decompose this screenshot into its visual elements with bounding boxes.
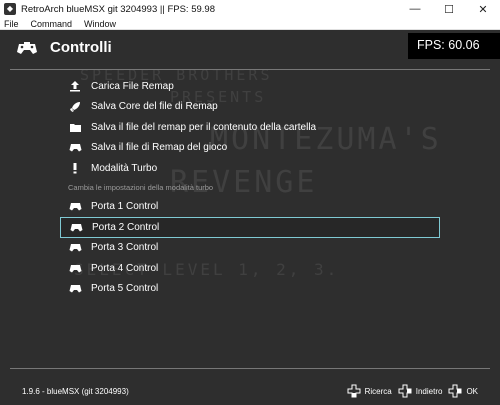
menu-item-port-1[interactable]: Porta 1 Control bbox=[60, 197, 440, 218]
upload-icon bbox=[68, 79, 82, 93]
close-button[interactable]: ✕ bbox=[466, 0, 500, 18]
menu-item-label: Modalità Turbo bbox=[91, 162, 158, 174]
page-header: Controlli FPS: 60.06 bbox=[0, 30, 500, 66]
window-controls: — ☐ ✕ bbox=[398, 0, 500, 18]
folder-icon bbox=[68, 120, 82, 134]
menubar: File Command Window bbox=[0, 18, 500, 30]
gamepad-icon bbox=[68, 241, 82, 255]
gamepad-icon bbox=[68, 141, 82, 155]
menu-item-turbo-mode[interactable]: Modalità Turbo bbox=[60, 158, 440, 179]
menu-item-label: Porta 5 Control bbox=[91, 283, 159, 295]
dpad-icon bbox=[347, 384, 361, 398]
menu-item-label: Porta 3 Control bbox=[91, 242, 159, 254]
menu-file[interactable]: File bbox=[4, 19, 19, 29]
menu-item-port-4[interactable]: Porta 4 Control bbox=[60, 258, 440, 279]
menu-item-label: Porta 1 Control bbox=[91, 201, 159, 213]
fps-counter: FPS: 60.06 bbox=[408, 33, 500, 59]
minimize-button[interactable]: — bbox=[398, 0, 432, 18]
gamepad-icon bbox=[68, 200, 82, 214]
menu-item-load-remap[interactable]: Carica File Remap bbox=[60, 76, 440, 97]
menu-command[interactable]: Command bbox=[31, 19, 73, 29]
gamepad-icon bbox=[68, 261, 82, 275]
window-title: RetroArch blueMSX git 3204993 || FPS: 59… bbox=[21, 3, 215, 15]
page-title: Controlli bbox=[50, 39, 112, 56]
back-action-label: Indietro bbox=[415, 386, 443, 396]
menu-item-label: Carica File Remap bbox=[91, 80, 174, 92]
dpad-icon bbox=[448, 384, 462, 398]
turbo-mode-sublabel: Cambia le impostazioni della modalità tu… bbox=[68, 183, 214, 192]
footer-actions: Ricerca Indietro OK bbox=[341, 384, 478, 398]
footer-divider bbox=[10, 368, 490, 369]
menu-item-port-2[interactable]: Porta 2 Control bbox=[60, 217, 440, 238]
rocket-icon bbox=[68, 100, 82, 114]
search-action[interactable]: Ricerca bbox=[347, 384, 392, 398]
ok-action-label: OK bbox=[466, 386, 478, 396]
dpad-icon bbox=[398, 384, 412, 398]
menu-window[interactable]: Window bbox=[84, 19, 116, 29]
gamepad-icon bbox=[68, 282, 82, 296]
gamepad-icon bbox=[17, 42, 37, 54]
search-action-label: Ricerca bbox=[364, 386, 392, 396]
menu-item-label: Salva il file del remap per il contenuto… bbox=[91, 121, 317, 133]
gamepad-icon bbox=[69, 220, 83, 234]
ok-action[interactable]: OK bbox=[448, 384, 478, 398]
menu-item-save-core-remap[interactable]: Salva Core del file di Remap bbox=[60, 97, 440, 118]
menu-item-label: Salva il file di Remap del gioco bbox=[91, 142, 228, 154]
menu-item-label: Salva Core del file di Remap bbox=[91, 101, 218, 113]
menu-item-label: Porta 4 Control bbox=[91, 262, 159, 274]
back-action[interactable]: Indietro bbox=[398, 384, 443, 398]
retroarch-app-icon: ◆ bbox=[4, 3, 16, 15]
maximize-button[interactable]: ☐ bbox=[432, 0, 466, 18]
menu-item-label: Porta 2 Control bbox=[92, 221, 160, 233]
menu-item-save-game-remap[interactable]: Salva il file di Remap del gioco bbox=[60, 138, 440, 159]
exclamation-icon bbox=[68, 161, 82, 175]
menu-item-port-5[interactable]: Porta 5 Control bbox=[60, 279, 440, 300]
version-label: 1.9.6 - blueMSX (git 3204993) bbox=[22, 387, 129, 396]
header-divider bbox=[10, 69, 490, 70]
window-titlebar: ◆ RetroArch blueMSX git 3204993 || FPS: … bbox=[0, 0, 500, 18]
retroarch-screen: SPEEDER BROTHERS PRESENTS MONTEZUMA'S RE… bbox=[0, 30, 500, 405]
menu-item-port-3[interactable]: Porta 3 Control bbox=[60, 238, 440, 259]
controls-menu: Carica File Remap Salva Core del file di… bbox=[60, 76, 440, 299]
menu-item-save-folder-remap[interactable]: Salva il file del remap per il contenuto… bbox=[60, 117, 440, 138]
